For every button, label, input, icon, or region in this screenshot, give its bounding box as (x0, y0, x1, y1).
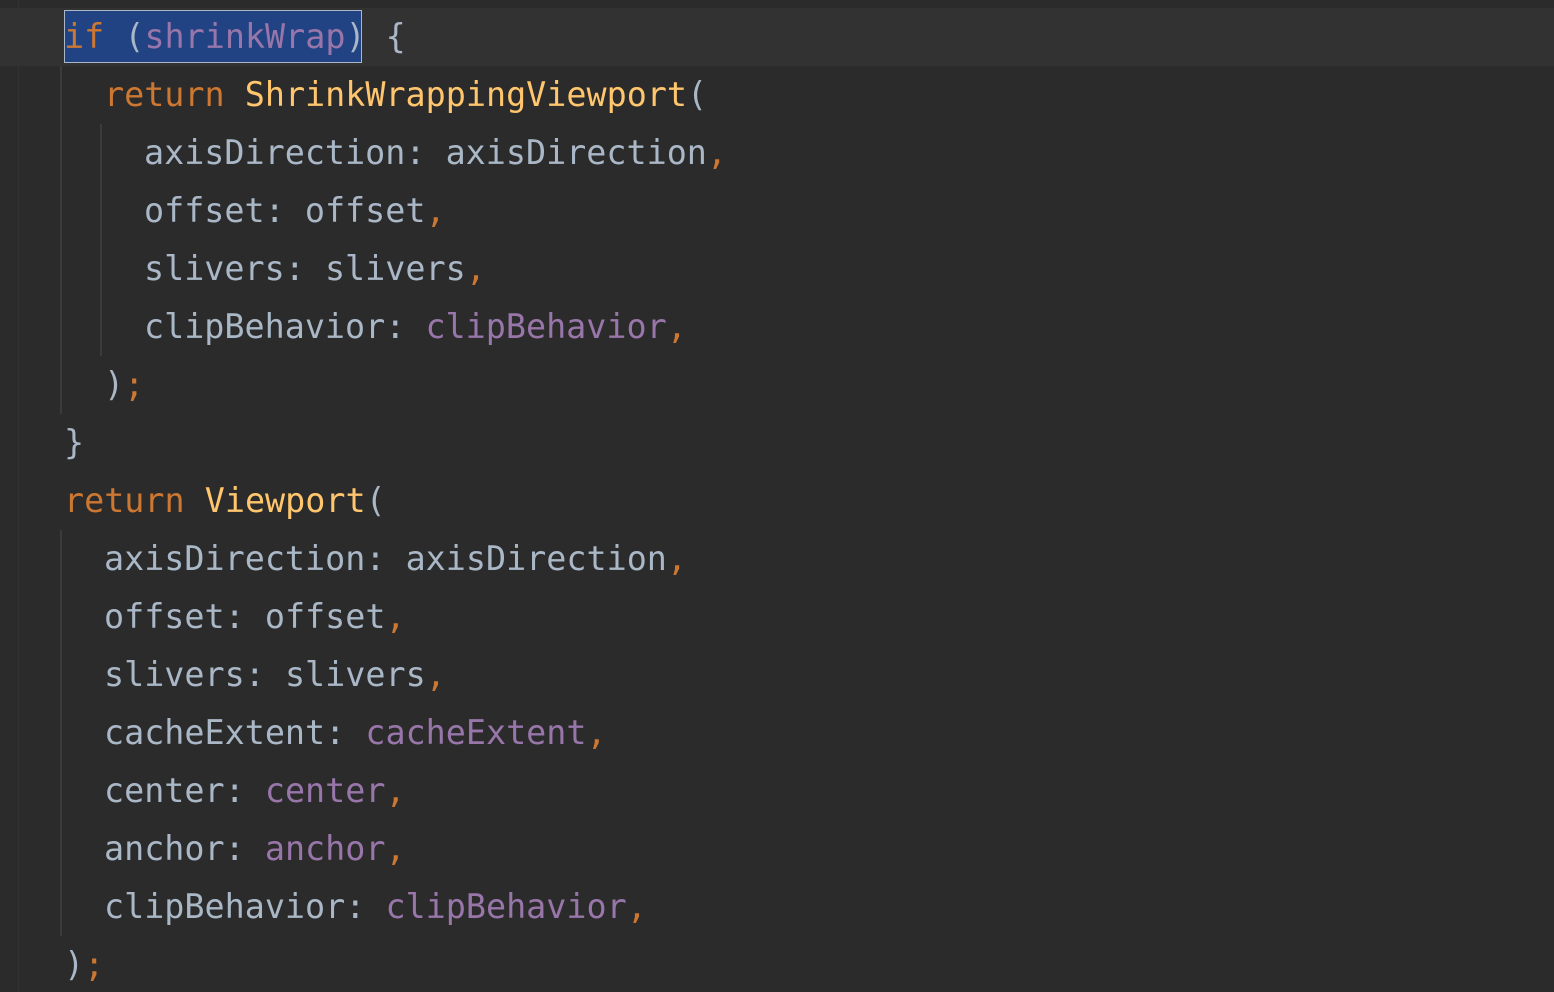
code-line-arg[interactable]: center: center, (0, 762, 406, 820)
code-line-return-shrinkwrapping[interactable]: return ShrinkWrappingViewport( (0, 66, 707, 124)
colon: : (325, 713, 366, 752)
field-shrinkwrap: shrinkWrap (144, 17, 346, 56)
arg-name: clipBehavior (104, 887, 346, 926)
code-line-close[interactable]: ); (0, 936, 104, 992)
code-line-return-viewport[interactable]: return Viewport( (0, 472, 386, 530)
colon: : (345, 887, 386, 926)
brace-open: { (365, 17, 406, 56)
paren-close: ) (345, 17, 366, 56)
arg-value-field: cacheExtent (365, 713, 587, 752)
comma: , (666, 307, 687, 346)
paren-open: ( (687, 75, 708, 114)
arg-value: axisDirection (405, 539, 667, 578)
paren-close: ) (104, 365, 125, 404)
comma: , (706, 133, 728, 172)
arg-name: anchor (104, 829, 225, 868)
arg-name: offset (144, 191, 265, 230)
code-line-arg[interactable]: offset: offset, (0, 182, 446, 240)
arg-name: cacheExtent (104, 713, 326, 752)
colon: : (264, 191, 305, 230)
code-line-close[interactable]: ); (0, 356, 144, 414)
code-line-brace-close[interactable]: } (0, 414, 84, 472)
arg-name: offset (104, 597, 225, 636)
comma: , (385, 597, 406, 636)
arg-name: clipBehavior (144, 307, 386, 346)
code-line-if[interactable]: if (shrinkWrap) { (0, 8, 406, 66)
comma: , (586, 713, 607, 752)
colon: : (365, 539, 406, 578)
arg-name: axisDirection (104, 539, 366, 578)
code-line-arg[interactable]: axisDirection: axisDirection, (0, 124, 727, 182)
code-line-arg[interactable]: offset: offset, (0, 588, 406, 646)
code-line-arg[interactable]: axisDirection: axisDirection, (0, 530, 687, 588)
arg-name: axisDirection (144, 133, 406, 172)
colon: : (224, 829, 265, 868)
code-line-arg[interactable]: cacheExtent: cacheExtent, (0, 704, 607, 762)
colon: : (405, 133, 446, 172)
paren-close: ) (64, 945, 85, 984)
comma: , (666, 539, 688, 578)
code-editor[interactable]: if (shrinkWrap) { return ShrinkWrappingV… (0, 0, 1554, 992)
colon: : (385, 307, 426, 346)
comma: , (425, 191, 446, 230)
code-line-arg[interactable]: slivers: slivers, (0, 646, 446, 704)
arg-value-field: clipBehavior (425, 307, 667, 346)
arg-value-field: center (264, 771, 386, 810)
comma: , (465, 249, 486, 288)
constructor-shrinkwrappingviewport: ShrinkWrappingViewport (244, 75, 687, 114)
comma: , (626, 887, 647, 926)
semicolon: ; (84, 945, 105, 984)
code-line-arg[interactable]: slivers: slivers, (0, 240, 486, 298)
colon: : (244, 655, 285, 694)
code-line-arg[interactable]: anchor: anchor, (0, 820, 406, 878)
arg-value: offset (264, 597, 386, 636)
paren-open: ( (104, 17, 145, 56)
arg-name: center (104, 771, 225, 810)
arg-value: axisDirection (445, 133, 707, 172)
arg-value: slivers (324, 249, 466, 288)
keyword-return: return (104, 75, 225, 114)
constructor-viewport: Viewport (204, 481, 366, 520)
comma: , (385, 829, 406, 868)
colon: : (224, 597, 265, 636)
keyword-if: if (64, 17, 105, 56)
arg-value-field: anchor (264, 829, 386, 868)
paren-open: ( (365, 481, 386, 520)
code-line-arg[interactable]: clipBehavior: clipBehavior, (0, 298, 687, 356)
editor-top-strip (0, 0, 1554, 8)
arg-value-field: clipBehavior (385, 887, 627, 926)
code-line-arg[interactable]: clipBehavior: clipBehavior, (0, 878, 647, 936)
semicolon: ; (124, 365, 145, 404)
colon: : (284, 249, 325, 288)
comma: , (425, 655, 446, 694)
comma: , (385, 771, 406, 810)
arg-name: slivers (144, 249, 285, 288)
colon: : (224, 771, 265, 810)
arg-name: slivers (104, 655, 245, 694)
arg-value: offset (304, 191, 426, 230)
keyword-return: return (64, 481, 185, 520)
arg-value: slivers (284, 655, 426, 694)
brace-close: } (64, 423, 85, 462)
